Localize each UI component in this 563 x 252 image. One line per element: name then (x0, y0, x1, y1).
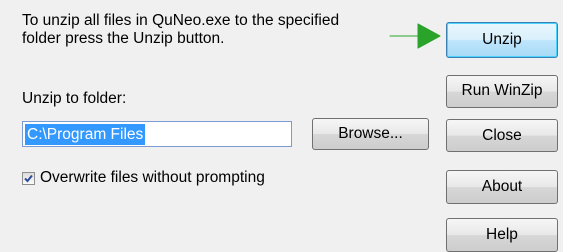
overwrite-label: Overwrite files without prompting (40, 169, 265, 186)
help-button-label: Help (486, 226, 518, 243)
about-button[interactable]: About (446, 170, 558, 204)
unzip-button-label: Unzip (482, 31, 522, 48)
run-winzip-button[interactable]: Run WinZip (446, 75, 558, 108)
overwrite-checkbox[interactable] (22, 171, 35, 185)
overwrite-option[interactable]: Overwrite files without prompting (22, 169, 265, 187)
about-button-label: About (481, 178, 523, 195)
unzip-folder-value: C:\Program Files (25, 124, 146, 145)
help-button[interactable]: Help (446, 218, 558, 252)
unzip-button[interactable]: Unzip (446, 22, 558, 58)
checkmark-icon (24, 174, 33, 182)
unzip-folder-label: Unzip to folder: (22, 90, 127, 107)
close-button[interactable]: Close (446, 119, 558, 152)
close-button-label: Close (482, 127, 522, 144)
browse-button-label: Browse... (338, 125, 403, 142)
green-arrow-icon (389, 23, 441, 49)
browse-button[interactable]: Browse... (312, 118, 429, 150)
unzip-folder-input[interactable]: C:\Program Files (22, 121, 292, 147)
instructions-text: To unzip all files in QuNeo.exe to the s… (22, 12, 340, 47)
run-winzip-button-label: Run WinZip (461, 82, 543, 99)
